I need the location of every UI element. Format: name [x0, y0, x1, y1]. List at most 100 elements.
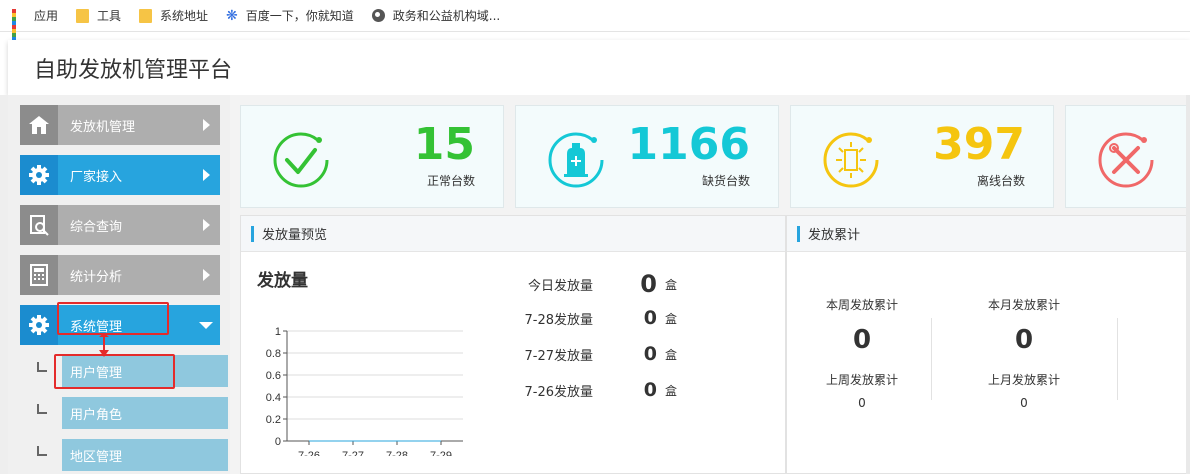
sidebar-item-label: 统计分析 — [70, 269, 123, 285]
dispense-unit: 盒 — [665, 347, 678, 362]
sidebar-item-general-query[interactable]: 综合查询 — [20, 205, 220, 245]
cumulative-label: 本月发放累计 — [987, 298, 1060, 312]
sidebar-item-vendor-access[interactable]: 厂家接入 — [20, 155, 220, 195]
cumulative-label: 本周发放累计 — [825, 298, 898, 312]
y-tick-label: 0.4 — [266, 392, 281, 404]
cumulative-week: 本周发放累计 0 上周发放累计 0 — [787, 296, 937, 410]
y-tick-label: 1 — [275, 326, 281, 338]
cumulative-label: 本 — [1097, 296, 1190, 313]
baidu-paw-icon: ❋ — [226, 7, 238, 24]
stat-label: 离线台数 — [976, 174, 1025, 188]
x-tick-label: 7-28 — [386, 450, 408, 456]
app-header: 自助发放机管理平台 — [8, 40, 1190, 95]
globe-icon — [371, 9, 385, 22]
bookmark-label: 百度一下，你就知道 — [245, 9, 354, 23]
search-doc-icon — [20, 205, 58, 245]
cumulative-panel: 发放累计 本周发放累计 0 上周发放累计 0 本月发放累计 0 上月发放累计 0… — [786, 215, 1190, 474]
sidebar: 发放机管理 厂家接入 综合查询 统计分析 系统管理 用户管理 用户角色 地区管理 — [8, 95, 230, 474]
dispense-value: 0 — [640, 270, 657, 298]
cumulative-value: 0 — [852, 325, 872, 355]
chevron-right-icon — [202, 119, 210, 131]
bookmark-tools[interactable]: 工具 — [76, 7, 121, 24]
dispense-unit: 盒 — [665, 383, 678, 398]
y-tick-label: 0.8 — [266, 348, 281, 360]
sidebar-item-label: 厂家接入 — [70, 169, 123, 185]
panel-title: 发放量预览 — [262, 228, 328, 243]
dispense-row: 7-27发放量 0 盒 — [491, 342, 691, 366]
x-tick-label: 7-26 — [298, 450, 320, 456]
bookmark-label: 系统地址 — [160, 9, 209, 23]
chart-title: 发放量 — [257, 271, 308, 291]
tools-icon — [1098, 132, 1154, 188]
bookmark-label: 应用 — [34, 9, 59, 23]
chevron-right-icon — [202, 169, 210, 181]
bookmark-label: 政务和公益机构域... — [392, 9, 501, 23]
stat-value: 15 — [413, 119, 475, 170]
sidebar-subitem-user-roles[interactable]: 用户角色 — [62, 397, 228, 429]
dispense-row: 7-26发放量 0 盒 — [491, 378, 691, 402]
dispense-row: 7-28发放量 0 盒 — [491, 306, 691, 330]
dispense-unit: 盒 — [665, 277, 678, 292]
panel-title: 发放累计 — [808, 228, 861, 243]
bottle-icon — [548, 132, 604, 188]
dispense-label: 今日发放量 — [527, 278, 593, 294]
sidebar-item-label: 综合查询 — [70, 219, 123, 235]
bookmark-label: 工具 — [97, 9, 122, 23]
y-tick-label: 0.6 — [266, 370, 281, 382]
stat-card-offline[interactable]: 397 离线台数 — [790, 105, 1054, 208]
cumulative-sub-label: 上周发放累计 — [825, 373, 898, 387]
bookmark-apps[interactable]: 应用 — [12, 7, 59, 45]
x-tick-label: 7-27 — [342, 450, 364, 456]
y-tick-label: 0.2 — [266, 414, 281, 426]
dispense-label: 7-26发放量 — [524, 384, 593, 400]
bookmarks-bar: 应用 工具 系统地址 ❋ 百度一下，你就知道 政务和公益机构域... — [0, 0, 1190, 45]
tree-branch-icon — [37, 362, 47, 372]
apps-icon — [12, 8, 26, 45]
annotation-highlight-box — [54, 354, 175, 389]
x-tick-label: 7-29 — [430, 450, 452, 456]
chevron-right-icon — [202, 219, 210, 231]
sidebar-subitem-region-management[interactable]: 地区管理 — [62, 439, 228, 471]
dispense-row: 今日发放量 0 盒 — [491, 270, 691, 298]
cumulative-partial: 本 上 — [1097, 296, 1190, 388]
chevron-right-icon — [202, 269, 210, 281]
sidebar-subitem-label: 地区管理 — [70, 449, 123, 465]
bookmark-system-address[interactable]: 系统地址 — [139, 7, 208, 24]
annotation-arrow-icon — [99, 333, 109, 357]
tree-branch-icon — [37, 446, 47, 456]
stat-value: 1166 — [627, 119, 750, 170]
cumulative-value: 0 — [1014, 325, 1034, 355]
annotation-highlight-box — [57, 302, 169, 335]
panel-header: 发放累计 — [787, 216, 1190, 252]
house-icon — [20, 105, 58, 145]
panel-header: 发放量预览 — [241, 216, 785, 252]
left-strip — [0, 95, 8, 474]
main-content: 15 正常台数 1166 缺货台数 397 离线台数 发放量预览 发放量 0 0… — [230, 95, 1190, 474]
sidebar-item-statistics[interactable]: 统计分析 — [20, 255, 220, 295]
page-title: 自助发放机管理平台 — [34, 57, 233, 83]
line-chart: 0 0.2 0.4 0.6 0.8 1 7-26 7-27 7-28 7-29 — [266, 326, 463, 456]
bookmark-gov[interactable]: 政务和公益机构域... — [371, 7, 501, 24]
dispense-label: 7-28发放量 — [524, 312, 593, 328]
sidebar-item-machine-management[interactable]: 发放机管理 — [20, 105, 220, 145]
check-circle-icon — [273, 132, 329, 188]
scrollbar[interactable] — [1186, 95, 1190, 474]
stat-card-out-of-stock[interactable]: 1166 缺货台数 — [515, 105, 779, 208]
cumulative-sub-label: 上月发放累计 — [987, 373, 1060, 387]
stat-card-fault[interactable] — [1065, 105, 1190, 208]
cumulative-sub-label: 上 — [1097, 371, 1190, 388]
cumulative-value — [1097, 325, 1190, 355]
dispense-unit: 盒 — [665, 311, 678, 326]
dispense-value: 0 — [643, 307, 657, 329]
dispense-label: 7-27发放量 — [524, 348, 593, 364]
gear-icon — [20, 155, 58, 195]
y-tick-label: 0 — [275, 436, 281, 448]
stat-label: 正常台数 — [426, 174, 475, 188]
chevron-down-icon — [199, 321, 213, 329]
cumulative-month: 本月发放累计 0 上月发放累计 0 — [949, 296, 1099, 410]
gear-icon — [20, 305, 58, 345]
bookmark-baidu[interactable]: ❋ 百度一下，你就知道 — [226, 7, 354, 24]
folder-icon — [76, 8, 90, 23]
dispense-value: 0 — [643, 379, 657, 401]
stat-card-normal[interactable]: 15 正常台数 — [240, 105, 504, 208]
